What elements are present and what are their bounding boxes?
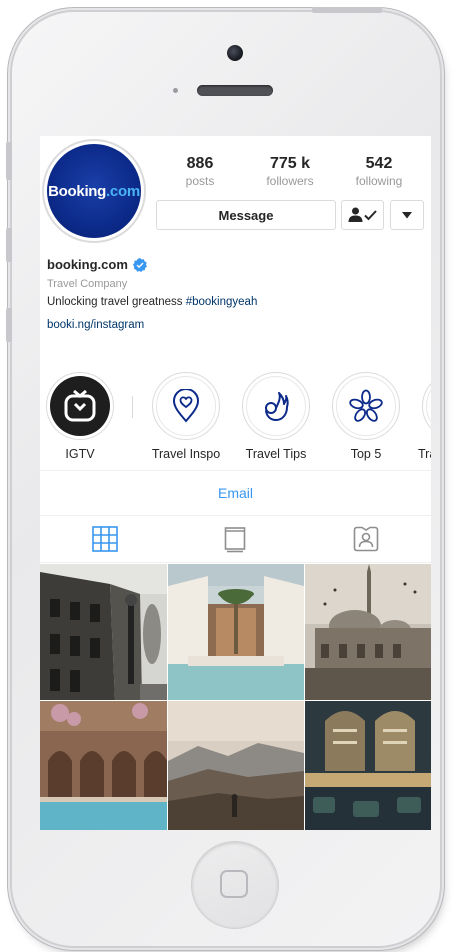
tab-igtv-feed[interactable] [170, 516, 300, 562]
highlight-divider [132, 396, 133, 418]
photo-street-building [40, 564, 167, 700]
stat-following-value: 542 [365, 155, 393, 172]
highlight-label: Tra [418, 447, 431, 461]
tab-tagged[interactable] [301, 516, 431, 562]
photo-courtyard-pool [40, 701, 167, 830]
logo-text-main: Booking [48, 182, 107, 200]
highlight-label: Top 5 [350, 447, 382, 461]
logo-text-suffix: .com [106, 182, 140, 200]
following-button[interactable] [341, 200, 384, 230]
photo-mosque [305, 564, 431, 700]
verified-badge-icon [132, 257, 147, 272]
grid-icon [92, 526, 118, 552]
stat-following-label: following [355, 174, 403, 188]
stat-following[interactable]: 542 following [337, 155, 421, 189]
grid-photo-6[interactable] [305, 701, 431, 830]
tab-grid[interactable] [40, 516, 170, 562]
grid-photo-2[interactable] [168, 564, 304, 700]
mute-switch [6, 142, 12, 180]
instagram-profile-screen: Booking.com 886 posts 775 k followers 54… [40, 136, 431, 830]
grid-photo-5[interactable] [168, 701, 304, 830]
stat-followers-label: followers [266, 174, 314, 188]
photo-mountain-view [168, 701, 304, 830]
booking-logo: Booking.com [47, 144, 141, 238]
grid-photo-1[interactable] [40, 564, 167, 700]
tagged-person-icon [353, 526, 379, 552]
profile-website-link[interactable]: booki.ng/instagram [47, 319, 144, 331]
highlight-label: IGTV [65, 447, 95, 461]
highlight-igtv[interactable]: IGTV [40, 372, 120, 461]
volume-down-button [6, 308, 12, 342]
bio-text: Unlocking travel greatness [47, 296, 186, 308]
highlight-label: Travel Inspo [151, 447, 221, 461]
heart-pin-icon [172, 389, 200, 423]
profile-username: booking.com [47, 257, 147, 272]
stat-posts-value: 886 [186, 155, 214, 172]
photo-grid [40, 564, 431, 830]
stat-followers-value: 775 k [269, 155, 311, 172]
more-dropdown-button[interactable] [390, 200, 424, 230]
highlight-top-5[interactable]: Top 5 [326, 372, 406, 461]
photo-pool-palm [168, 564, 304, 700]
email-button[interactable]: Email [40, 470, 431, 516]
front-camera [227, 45, 243, 61]
profile-category: Travel Company [47, 278, 128, 290]
earpiece-speaker [197, 85, 273, 96]
highlight-travel-inspo[interactable]: Travel Inspo [146, 372, 226, 461]
avatar[interactable]: Booking.com [42, 139, 146, 243]
stat-posts[interactable]: 886 posts [158, 155, 242, 189]
stat-posts-label: posts [185, 174, 215, 188]
home-button[interactable] [192, 842, 278, 928]
photo-bar-interior [305, 701, 431, 830]
username-text: booking.com [47, 257, 128, 272]
highlight-partial[interactable]: Tra [416, 372, 431, 461]
profile-bio: Unlocking travel greatness #bookingyeah [47, 296, 257, 308]
igtv-feed-icon [224, 527, 246, 553]
igtv-icon [64, 389, 96, 422]
profile-tabs [40, 516, 431, 563]
bio-hashtag-link[interactable]: #bookingyeah [186, 296, 258, 308]
star-petals-icon [349, 389, 383, 422]
message-button[interactable]: Message [156, 200, 336, 230]
stat-followers[interactable]: 775 k followers [248, 155, 332, 189]
grid-photo-4[interactable] [40, 701, 167, 830]
highlight-label: Travel Tips [245, 447, 307, 461]
proximity-sensor [173, 88, 178, 93]
power-button [312, 7, 382, 13]
dropdown-caret-icon [402, 211, 412, 218]
grid-photo-3[interactable] [305, 564, 431, 700]
person-check-icon [348, 207, 377, 222]
ok-hand-icon [265, 392, 289, 422]
volume-up-button [6, 228, 12, 262]
highlight-travel-tips[interactable]: Travel Tips [236, 372, 316, 461]
home-square-icon [220, 870, 248, 898]
